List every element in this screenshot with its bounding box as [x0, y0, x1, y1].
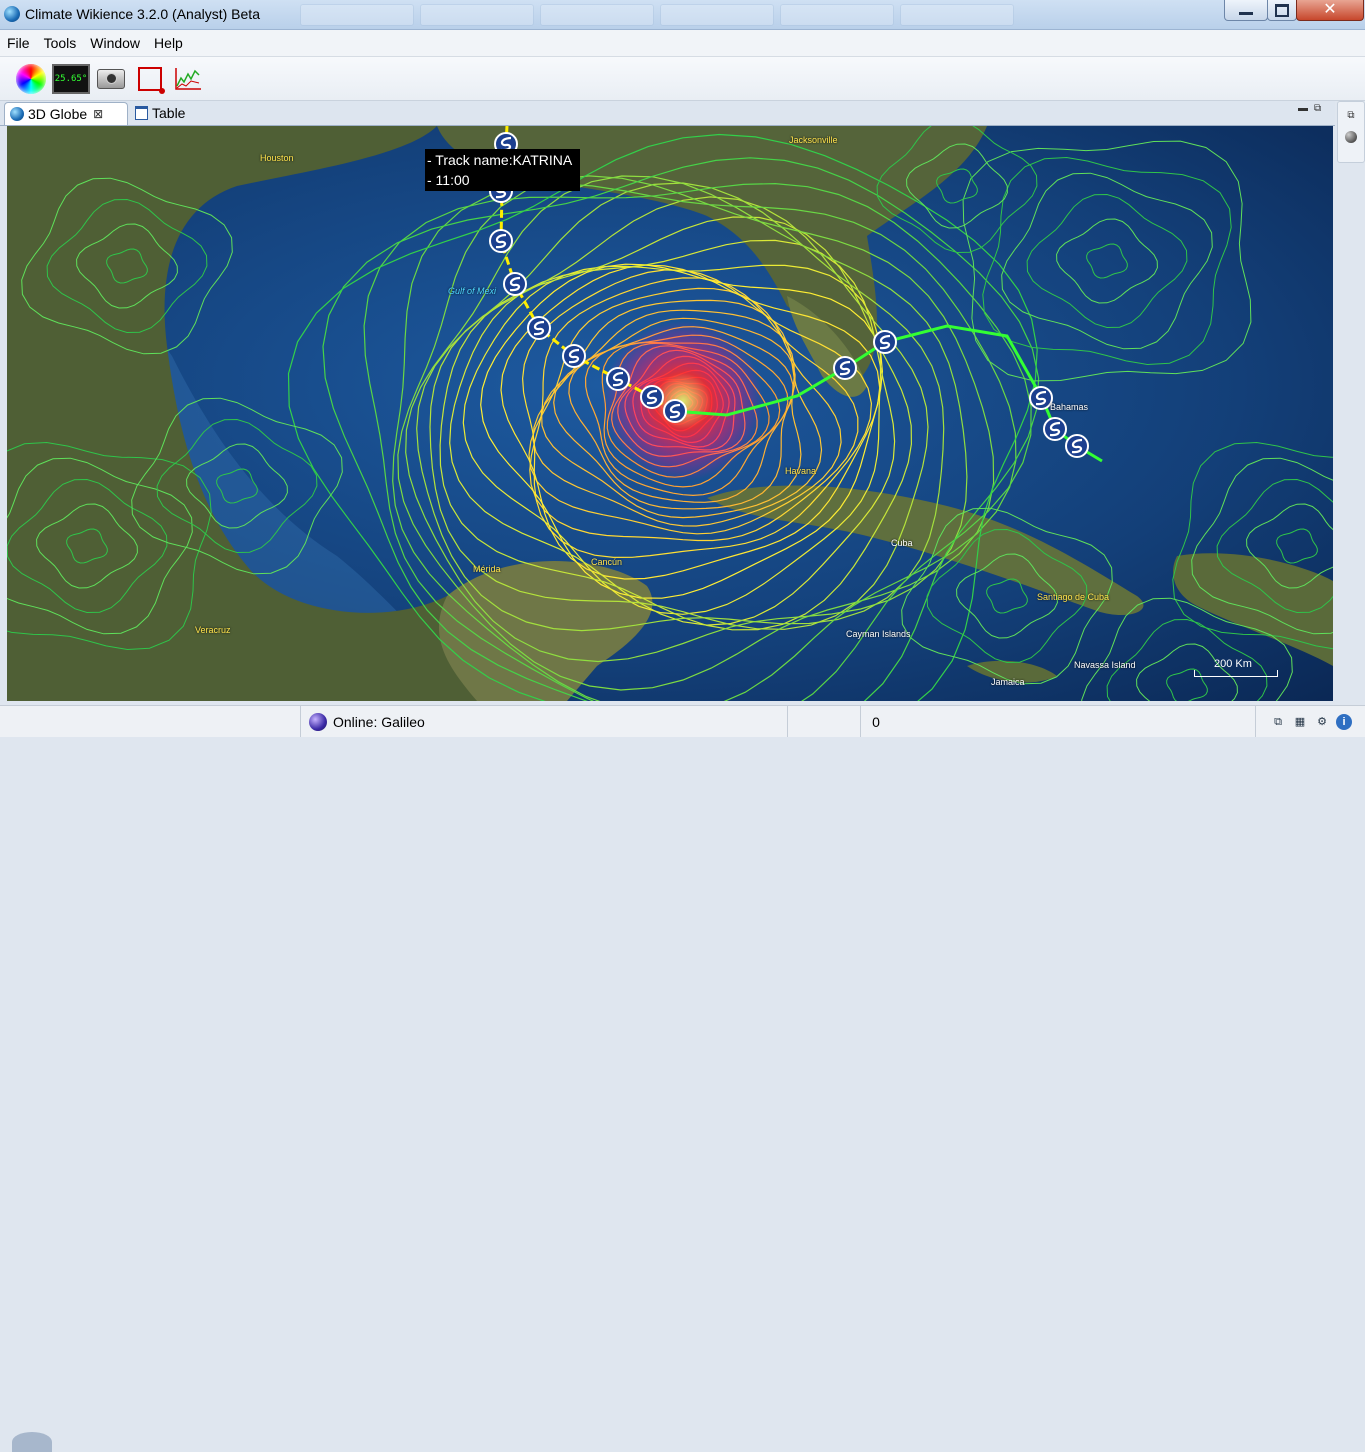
hurricane-marker-icon — [1065, 434, 1089, 458]
region-select-button[interactable] — [134, 63, 166, 95]
place-cancun: Cancún — [591, 557, 623, 567]
app-globe-icon — [4, 6, 20, 22]
place-bahamas: Bahamas — [1050, 402, 1089, 412]
tab-3d-globe[interactable]: 3D Globe ⊠ — [4, 102, 128, 125]
menu-bar: File Tools Window Help — [0, 30, 1365, 57]
info-icon[interactable]: i — [1336, 713, 1352, 730]
temperature-readout: 25.65° — [52, 64, 90, 94]
tab-table[interactable]: Table — [130, 102, 194, 124]
hurricane-marker-icon — [833, 356, 857, 380]
restore-icon[interactable]: ⧉ — [1270, 714, 1286, 730]
tooltip-time: - 11:00 — [427, 172, 470, 188]
table-icon — [135, 106, 148, 120]
place-merida: Mérida — [473, 564, 501, 574]
status-icons: ⧉ ▦ ⚙ i — [1255, 706, 1365, 737]
temperature-display-button[interactable]: 25.65° — [52, 63, 90, 95]
place-jamaica: Jamaica — [991, 677, 1025, 687]
place-havana: Havana — [785, 466, 817, 476]
menu-help[interactable]: Help — [147, 35, 190, 51]
place-cayman-islands: Cayman Islands — [846, 629, 911, 639]
toolbar: 25.65° — [0, 57, 1365, 101]
screenshot-button[interactable] — [95, 63, 127, 95]
place-houston: Houston — [260, 153, 294, 163]
right-trim-stack: ⧉ — [1337, 101, 1365, 163]
menu-tools[interactable]: Tools — [37, 35, 84, 51]
hurricane-marker-icon — [527, 316, 551, 340]
status-count: 0 — [860, 706, 891, 737]
globe-icon — [10, 107, 24, 121]
menu-window[interactable]: Window — [83, 35, 147, 51]
layers-icon[interactable]: ▦ — [1292, 714, 1308, 730]
hurricane-marker-icon — [663, 399, 687, 423]
place-cuba: Cuba — [891, 538, 913, 548]
scale-ruler — [1194, 670, 1278, 677]
camera-icon — [97, 69, 125, 89]
hurricane-eye — [603, 321, 763, 481]
online-globe-icon — [309, 712, 327, 731]
minimize-icon — [1239, 11, 1253, 15]
window-title: Climate Wikience 3.2.0 (Analyst) Beta — [25, 6, 260, 22]
menu-file[interactable]: File — [0, 35, 37, 51]
scale-label: 200 Km — [1214, 658, 1252, 670]
globe-map[interactable] — [7, 126, 1333, 701]
tab-table-label: Table — [152, 105, 186, 121]
status-bar: Online: Galileo 0 ⧉ ▦ ⚙ i — [0, 705, 1365, 1452]
hurricane-marker-icon — [606, 367, 630, 391]
hurricane-marker-icon — [503, 272, 527, 296]
minimize-button[interactable] — [1224, 0, 1268, 21]
place-jacksonville: Jacksonville — [789, 135, 838, 145]
place-santiago-de-cuba: Santiago de Cuba — [1037, 592, 1110, 602]
view-minmax-controls[interactable]: ▬⧉ — [1298, 103, 1327, 114]
place-gulf-of-mexico: Gulf of Mexi — [448, 286, 497, 296]
title-bar: Climate Wikience 3.2.0 (Analyst) Beta ✕ — [0, 0, 1365, 30]
background-taskbar-tabs — [300, 4, 1014, 26]
color-scale-button[interactable] — [15, 63, 47, 95]
globe-view[interactable]: Houston Jacksonville Gulf of Mexi Havana… — [7, 126, 1333, 701]
hurricane-marker-icon — [640, 385, 664, 409]
chart-button[interactable] — [172, 63, 204, 95]
hurricane-marker-icon — [489, 229, 513, 253]
status-empty-cell — [787, 706, 860, 737]
editor-tab-strip: 3D Globe ⊠ Table — [0, 101, 1335, 126]
maximize-button[interactable] — [1267, 0, 1297, 21]
line-chart-icon — [175, 68, 201, 90]
track-tooltip: - Track name:KATRINA - 11:00 — [425, 149, 580, 191]
connection-status: Online: Galileo — [300, 706, 796, 737]
place-veracruz: Veracruz — [195, 625, 231, 635]
moon-icon[interactable] — [1345, 131, 1357, 143]
color-wheel-icon — [16, 64, 46, 94]
hurricane-marker-icon — [873, 330, 897, 354]
hurricane-marker-icon — [562, 344, 586, 368]
tab-3d-globe-label: 3D Globe — [28, 106, 88, 122]
settings-icon[interactable]: ⚙ — [1314, 714, 1330, 730]
hurricane-marker-icon — [1029, 386, 1053, 410]
connection-label: Online: Galileo — [333, 713, 425, 730]
hurricane-marker-icon — [1043, 417, 1067, 441]
restore-icon — [1275, 3, 1289, 17]
tooltip-track-name: - Track name:KATRINA — [427, 152, 573, 168]
close-button[interactable]: ✕ — [1296, 0, 1364, 21]
corner-globe-icon — [12, 1432, 52, 1452]
close-icon: ✕ — [1323, 1, 1337, 18]
scale-bar: 200 Km — [1194, 658, 1278, 678]
rectangle-select-icon — [138, 67, 165, 94]
place-navassa-island: Navassa Island — [1074, 660, 1136, 670]
restore-view-icon[interactable]: ⧉ — [1338, 110, 1364, 121]
tab-close-icon[interactable]: ⊠ — [93, 107, 103, 121]
